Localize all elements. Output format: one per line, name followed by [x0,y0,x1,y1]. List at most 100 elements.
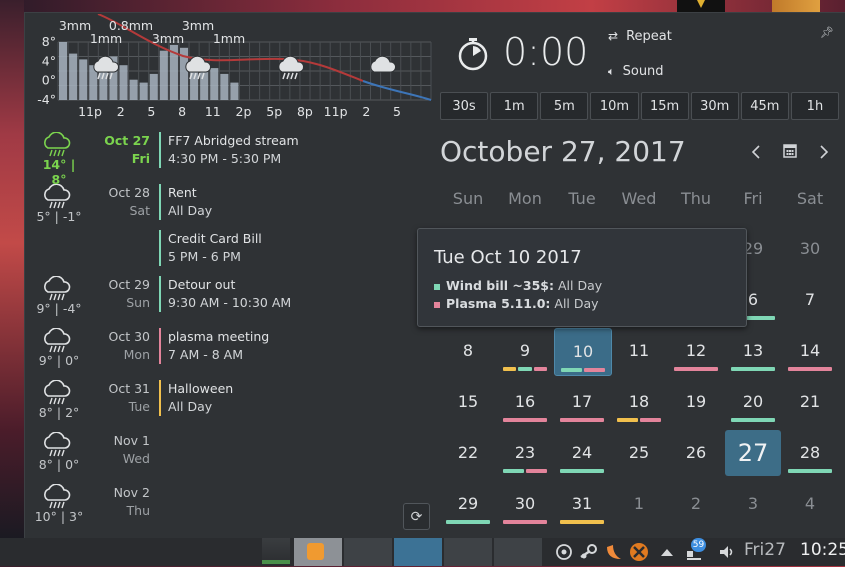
agenda-event[interactable]: plasma meeting 7 AM - 8 AM [159,328,269,364]
calendar-day[interactable]: 28 [782,430,838,476]
timer-preset-button[interactable]: 10m [590,92,639,120]
window-thumbnail[interactable] [772,0,820,12]
calendar-day[interactable]: 18 [611,379,667,425]
calendar-day[interactable]: 4 [782,481,838,527]
calendar-today-icon[interactable] [783,144,797,158]
previous-month-icon[interactable] [751,145,760,159]
task-window-active[interactable] [394,538,442,566]
calendar-day[interactable]: 3 [725,481,781,527]
calendar-day[interactable]: 17 [554,379,610,425]
event-indicators [560,520,604,524]
meteogram: 8°4°0°-4°11p 2 5 8 11 2p 5p 8p 11p 2 53mm 0.8mm 3mm1… [37,14,432,119]
calendar-day[interactable]: 9 [497,328,553,374]
agenda-date[interactable]: Nov 2 Thu [84,484,150,520]
agenda-date[interactable]: Oct 29 Sun [84,276,151,312]
calendar-day[interactable]: 30 [782,226,838,272]
event-indicator-bar [674,367,718,371]
calendar-day[interactable]: 15 [440,379,496,425]
calendar-day-selected[interactable]: 10 [554,328,612,376]
calendar-day[interactable]: 23 [497,430,553,476]
event-indicator-bar [518,367,532,371]
notification-count-badge: 59 [691,538,706,552]
calendar-day[interactable]: 16 [497,379,553,425]
tray-steam-icon[interactable] [578,541,600,563]
agenda-date[interactable]: Oct 31 Tue [84,380,151,416]
tooltip-event: Plasma 5.11.0: All Day [434,296,599,311]
calendar-day[interactable]: 29 [440,481,496,527]
tray-network-icon[interactable] [553,541,575,563]
event-indicator-bar [788,367,832,371]
tray-notifications-icon[interactable]: 59 [684,538,706,563]
agenda-date[interactable]: Nov 1 Wed [84,432,150,468]
calendar-day[interactable]: 8 [440,328,496,374]
event-title: Halloween [168,381,234,396]
tray-expand-icon[interactable] [656,541,678,563]
rain-icon [44,328,71,353]
timer-preset-button[interactable]: 30s [440,92,489,120]
repeat-toggle[interactable]: ⇄ Repeat [608,29,672,44]
tooltip-event-time: All Day [557,278,603,293]
agenda-date[interactable]: Oct 27 Fri [84,132,150,168]
pager-desktop[interactable] [262,538,290,566]
clock-date[interactable]: Fri27 [744,540,786,560]
task-window[interactable] [494,538,542,566]
day-number: 8 [462,341,474,360]
clock-time[interactable]: 10:25 [800,540,845,560]
y-tick-label: 4° [42,53,56,68]
day-number: 4 [804,494,816,513]
agenda-event[interactable]: Credit Card Bill 5 PM - 6 PM [159,230,262,266]
tray-app-icon[interactable] [603,541,625,563]
timer-value[interactable]: 0:00 [503,30,588,74]
agenda-event[interactable]: Halloween All Day [159,380,233,416]
task-window[interactable] [444,538,492,566]
calendar-day-today[interactable]: 27 [725,430,781,476]
agenda-date[interactable]: Oct 30 Mon [84,328,151,364]
window-thumbnail[interactable] [677,0,725,12]
calendar-day[interactable]: 24 [554,430,610,476]
timer-preset-button[interactable]: 1h [790,92,839,120]
stopwatch-icon[interactable] [456,36,490,72]
event-time: 5 PM - 6 PM [168,249,241,264]
event-indicator-bar [617,418,638,422]
day-number: 17 [571,392,593,411]
agenda-event[interactable]: FF7 Abridged stream 4:30 PM - 5:30 PM [159,132,299,168]
calendar-day[interactable]: 14 [782,328,838,374]
calendar-day[interactable]: 13 [725,328,781,374]
tray-blocked-icon[interactable] [628,541,650,563]
x-tick-label: 5 [147,104,155,119]
agenda-date[interactable]: Oct 28 Sat [84,184,151,220]
calendar-day[interactable]: 25 [611,430,667,476]
timer-preset-button[interactable]: 1m [490,92,539,120]
calendar-day[interactable]: 19 [668,379,724,425]
pin-icon[interactable]: 📌︎ [820,26,834,39]
calendar-day[interactable]: 30 [497,481,553,527]
cloud-icon [370,55,397,73]
timer-preset-button[interactable]: 30m [690,92,739,120]
tray-volume-icon[interactable] [716,541,738,563]
calendar-day[interactable]: 31 [554,481,610,527]
task-sublime-text[interactable] [294,538,342,566]
calendar-day[interactable]: 20 [725,379,781,425]
sound-toggle[interactable]: 🔈︎ Sound [608,64,664,79]
event-indicator-bar [788,469,832,473]
event-indicator-bar [561,368,582,372]
calendar-day[interactable]: 7 [782,277,838,323]
calendar-day[interactable]: 21 [782,379,838,425]
agenda-event[interactable]: Rent All Day [159,184,212,220]
next-month-icon[interactable] [820,145,829,159]
calendar-day[interactable]: 22 [440,430,496,476]
task-window[interactable] [344,538,392,566]
timer-preset-button[interactable]: 45m [740,92,789,120]
calendar-day[interactable]: 1 [611,481,667,527]
timer-preset-button[interactable]: 15m [640,92,689,120]
calendar-day[interactable]: 26 [668,430,724,476]
calendar-day[interactable]: 2 [668,481,724,527]
timer-preset-button[interactable]: 5m [540,92,589,120]
calendar-month-title[interactable]: October 27, 2017 [440,135,686,168]
x-tick-label: 2 [362,104,370,119]
calendar-day[interactable]: 11 [611,328,667,374]
agenda-event[interactable]: Detour out 9:30 AM - 10:30 AM [159,276,291,312]
refresh-button[interactable]: ⟳ [403,503,430,530]
event-indicators [561,368,605,372]
calendar-day[interactable]: 12 [668,328,724,374]
